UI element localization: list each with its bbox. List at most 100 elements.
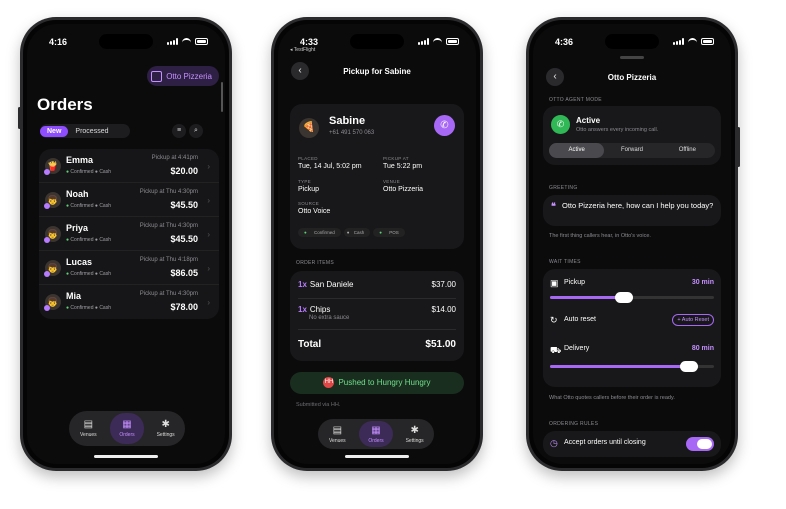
page-title: Otto Pizzeria	[607, 73, 657, 82]
orders-list: 🍟 Emma ● Confirmed ● Cash Pickup at 4:41…	[39, 149, 219, 319]
pickup-label: Pickup	[564, 279, 586, 286]
pickup-slider-knob[interactable]	[614, 292, 633, 303]
pickup-label: PICKUP AT	[383, 156, 409, 161]
customer-name: Sabine	[329, 115, 366, 127]
tab-venues[interactable]: ▤ Venues	[71, 413, 105, 444]
type-label: TYPE	[298, 179, 311, 184]
order-amount: $78.00	[170, 302, 198, 312]
signal-icon	[673, 38, 684, 45]
status-bar: 4:16	[27, 37, 225, 51]
mode-forward[interactable]: Forward	[604, 143, 659, 158]
order-row[interactable]: 👦 Noah ● Confirmed ● Cash Pickup at Thu …	[39, 183, 219, 217]
tab-orders[interactable]: ▦ Orders	[109, 413, 144, 444]
quote-icon: ❝	[551, 201, 556, 211]
order-item: 1x San Daniele $37.00	[298, 280, 456, 289]
chevron-right-icon: ›	[207, 162, 210, 171]
side-button	[737, 127, 740, 167]
tab-processed[interactable]: Processed	[68, 126, 115, 137]
pushed-status-banner: HH Pushed to Hungry Hungry	[290, 372, 464, 394]
delivery-slider[interactable]	[550, 361, 714, 372]
phone-icon: ✆	[440, 120, 449, 131]
auto-reset-button[interactable]: + Auto Reset	[672, 314, 714, 326]
bag-icon: ▣	[550, 278, 559, 288]
ordering-rules-card: ◷ Accept orders until closing	[543, 431, 721, 457]
item-note: No extra sauce	[309, 315, 350, 321]
agent-status: Active	[576, 116, 601, 125]
orders-filter-tabs: New Processed	[40, 124, 130, 138]
wait-times-card: ▣ Pickup 30 min ↻ Auto reset + Auto Rese…	[543, 269, 721, 387]
customer-name: Mia	[66, 291, 82, 301]
scrollbar[interactable]	[221, 82, 223, 112]
home-indicator	[94, 455, 158, 458]
source-label: SOURCE	[298, 201, 320, 206]
wait-note: What Otto quotes callers before their or…	[549, 395, 675, 401]
orders-screen: 4:16 Otto Pizzeria Orders New Processed …	[27, 24, 225, 464]
order-amount: $45.50	[170, 200, 198, 210]
order-tags: ● Confirmed ● Cash ● POS	[298, 228, 405, 237]
order-detail-screen: 4:33 ◂ TestFlight ‹ Pickup for Sabine 🍕 …	[278, 24, 476, 464]
battery-icon	[446, 38, 459, 45]
search-button[interactable]: ⌕	[189, 124, 203, 138]
filter-icon: ≡	[176, 127, 182, 134]
order-row[interactable]: 🍟 Emma ● Confirmed ● Cash Pickup at 4:41…	[39, 149, 219, 183]
signal-icon	[418, 38, 429, 45]
chevron-right-icon: ›	[207, 230, 210, 239]
order-tags: ● Confirmed ● Cash	[66, 203, 111, 209]
mode-active[interactable]: Active	[549, 143, 605, 158]
gear-icon: ✱	[161, 419, 170, 430]
items-card: 1x San Daniele $37.00 1x Chips $14.00 No e…	[290, 271, 464, 361]
tab-new[interactable]: New	[40, 125, 69, 137]
status-bar: 4:33 ◂ TestFlight	[278, 37, 476, 53]
pickup-time: Pickup at Thu 4:30pm	[139, 189, 198, 195]
tab-orders[interactable]: ▦ Orders	[358, 421, 393, 447]
venue-value: Otto Pizzeria	[383, 186, 424, 193]
avatar: 🍕	[299, 118, 319, 138]
avatar: 👦	[44, 192, 61, 209]
voice-badge-icon	[44, 203, 50, 209]
filter-button[interactable]: ≡	[172, 124, 186, 138]
voice-badge-icon	[44, 271, 50, 277]
pickup-slider[interactable]	[550, 292, 714, 303]
status-badge: ● Confirmed	[298, 228, 341, 237]
sheet-grabber[interactable]	[620, 56, 644, 59]
call-button[interactable]: ✆	[434, 115, 455, 136]
venue-settings-screen: 4:36 ‹ Otto Pizzeria OTTO AGENT MODE ✆ A…	[533, 24, 731, 464]
agent-description: Otto answers every incoming call.	[576, 127, 659, 133]
accept-orders-toggle[interactable]	[686, 437, 714, 451]
chevron-right-icon: ›	[207, 264, 210, 273]
pickup-slider-fill	[550, 296, 624, 299]
tab-settings[interactable]: ✱ Settings	[149, 413, 183, 444]
tab-bar: ▤ Venues ▦ Orders ✱ Settings	[69, 411, 185, 446]
agent-mode-label: OTTO AGENT MODE	[549, 97, 602, 103]
wait-times-label: WAIT TIMES	[549, 259, 581, 265]
order-row[interactable]: 👦 Mia ● Confirmed ● Cash Pickup at Thu 4…	[39, 285, 219, 319]
order-row[interactable]: 👦 Priya ● Confirmed ● Cash Pickup at Thu…	[39, 217, 219, 251]
greeting-field[interactable]: ❝ Otto Pizzeria here, how can I help you…	[543, 195, 721, 226]
tab-venues[interactable]: ▤ Venues	[320, 421, 354, 447]
wifi-icon	[688, 38, 697, 45]
submitted-note: Submitted via HH.	[296, 402, 341, 408]
page-title: Orders	[37, 95, 93, 114]
status-time: 4:36	[555, 37, 574, 47]
testflight-back-link[interactable]: ◂ TestFlight	[290, 47, 315, 53]
customer-card: 🍕 Sabine +61 491 570 063 ✆ PLACED Tue, 1…	[290, 104, 464, 249]
customer-name: Priya	[66, 223, 89, 233]
gear-icon: ✱	[410, 424, 419, 436]
mode-offline[interactable]: Offline	[660, 143, 715, 158]
status-time: 4:33	[300, 37, 319, 47]
clock-search-icon: ◷	[550, 438, 558, 448]
receipt-icon: ▦	[371, 424, 381, 436]
divider	[298, 329, 456, 330]
venue-selector-button[interactable]: Otto Pizzeria	[147, 66, 219, 86]
chevron-right-icon: ›	[207, 298, 210, 307]
divider	[298, 298, 456, 299]
tab-settings[interactable]: ✱ Settings	[398, 421, 432, 447]
pickup-time: Pickup at Thu 4:30pm	[139, 291, 198, 297]
battery-icon	[701, 38, 714, 45]
delivery-slider-knob[interactable]	[680, 361, 699, 372]
venue-label: VENUE	[383, 179, 401, 184]
total-row: Total $51.00	[298, 339, 456, 350]
order-row[interactable]: 👦 Lucas ● Confirmed ● Cash Pickup at Thu…	[39, 251, 219, 285]
agent-mode-selector: Active Forward Offline	[549, 143, 715, 158]
order-amount: $20.00	[170, 166, 198, 176]
